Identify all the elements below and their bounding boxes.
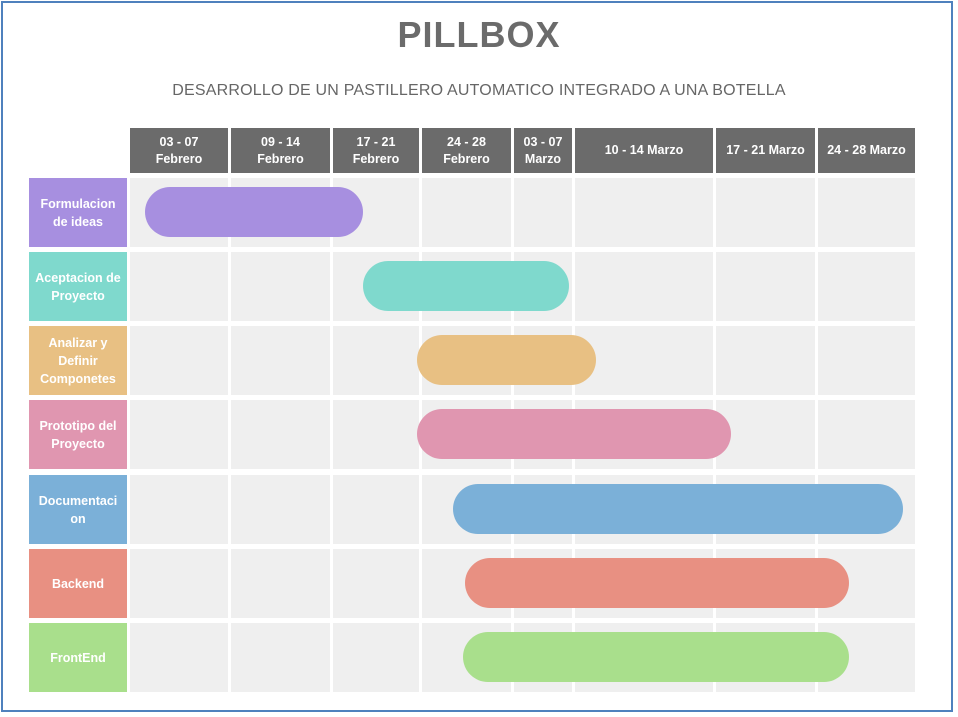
column-header: 10 - 14 Marzo bbox=[575, 128, 713, 173]
task-label-text: Backend bbox=[51, 576, 105, 591]
grid-cell bbox=[818, 252, 915, 321]
grid-cell bbox=[130, 475, 228, 544]
grid-cell bbox=[231, 549, 330, 618]
grid-cell bbox=[716, 252, 815, 321]
column-header-label: 17 - 21 Marzo bbox=[726, 143, 805, 157]
task-label: Aceptacion de Proyecto bbox=[29, 252, 127, 321]
column-header: 03 - 07 Febrero bbox=[130, 128, 228, 173]
grid-cell bbox=[231, 623, 330, 692]
task-bar bbox=[417, 409, 731, 459]
task-label-text: Prototipo del Proyecto bbox=[39, 418, 117, 451]
task-bar bbox=[462, 632, 850, 682]
column-header: 24 - 28 Febrero bbox=[422, 128, 511, 173]
task-label-text: Documentaci on bbox=[38, 493, 118, 526]
column-header-label: 24 - 28 Marzo bbox=[827, 143, 906, 157]
grid-cell bbox=[818, 400, 915, 469]
task-label: Analizar y Definir Componetes bbox=[29, 326, 127, 395]
grid-cell bbox=[575, 326, 713, 395]
grid-cell bbox=[130, 252, 228, 321]
grid-cell bbox=[333, 326, 419, 395]
grid-cell bbox=[231, 400, 330, 469]
grid-cell bbox=[575, 178, 713, 247]
task-bar bbox=[417, 335, 596, 385]
grid-cell bbox=[130, 623, 228, 692]
grid-cell bbox=[130, 549, 228, 618]
task-bar bbox=[144, 187, 364, 237]
task-label: Documentaci on bbox=[29, 475, 127, 544]
grid-cell bbox=[231, 475, 330, 544]
grid-cell bbox=[575, 252, 713, 321]
grid-cell bbox=[818, 178, 915, 247]
column-header: 24 - 28 Marzo bbox=[818, 128, 915, 173]
task-label: FrontEnd bbox=[29, 623, 127, 692]
grid-cell bbox=[333, 549, 419, 618]
task-bar bbox=[363, 261, 570, 311]
grid-cell bbox=[130, 326, 228, 395]
task-label-text: Aceptacion de Proyecto bbox=[35, 270, 121, 303]
grid-cell bbox=[231, 326, 330, 395]
column-header-label: 09 - 14 Febrero bbox=[257, 134, 304, 166]
grid-cell bbox=[716, 326, 815, 395]
task-label: Backend bbox=[29, 549, 127, 618]
grid-cell bbox=[818, 326, 915, 395]
column-header-label: 17 - 21 Febrero bbox=[352, 134, 400, 166]
column-header-label: 03 - 07 Marzo bbox=[523, 134, 563, 166]
grid-cell bbox=[130, 400, 228, 469]
chart-title: PILLBOX bbox=[397, 14, 561, 55]
grid-cell bbox=[231, 252, 330, 321]
task-bar bbox=[453, 484, 904, 534]
task-label: Formulacion de ideas bbox=[29, 178, 127, 247]
grid-cell bbox=[716, 178, 815, 247]
column-header-label: 24 - 28 Febrero bbox=[443, 134, 490, 166]
task-bar bbox=[464, 558, 850, 608]
task-label: Prototipo del Proyecto bbox=[29, 400, 127, 469]
column-header-label: 10 - 14 Marzo bbox=[604, 143, 684, 157]
grid-cell bbox=[333, 623, 419, 692]
column-header-label: 03 - 07 Febrero bbox=[155, 134, 203, 166]
task-label-text: Analizar y Definir Componetes bbox=[40, 335, 116, 386]
column-header: 03 - 07 Marzo bbox=[514, 128, 572, 173]
task-label-text: Formulacion de ideas bbox=[40, 196, 116, 229]
column-header: 17 - 21 Febrero bbox=[333, 128, 419, 173]
grid-cell bbox=[333, 400, 419, 469]
grid-cell bbox=[333, 475, 419, 544]
grid-cell bbox=[422, 178, 511, 247]
chart-subtitle: DESARROLLO DE UN PASTILLERO AUTOMATICO I… bbox=[172, 82, 786, 99]
column-header: 17 - 21 Marzo bbox=[716, 128, 815, 173]
grid-cell bbox=[716, 400, 815, 469]
task-label-text: FrontEnd bbox=[50, 650, 106, 665]
grid-cell bbox=[514, 178, 572, 247]
column-header: 09 - 14 Febrero bbox=[231, 128, 330, 173]
